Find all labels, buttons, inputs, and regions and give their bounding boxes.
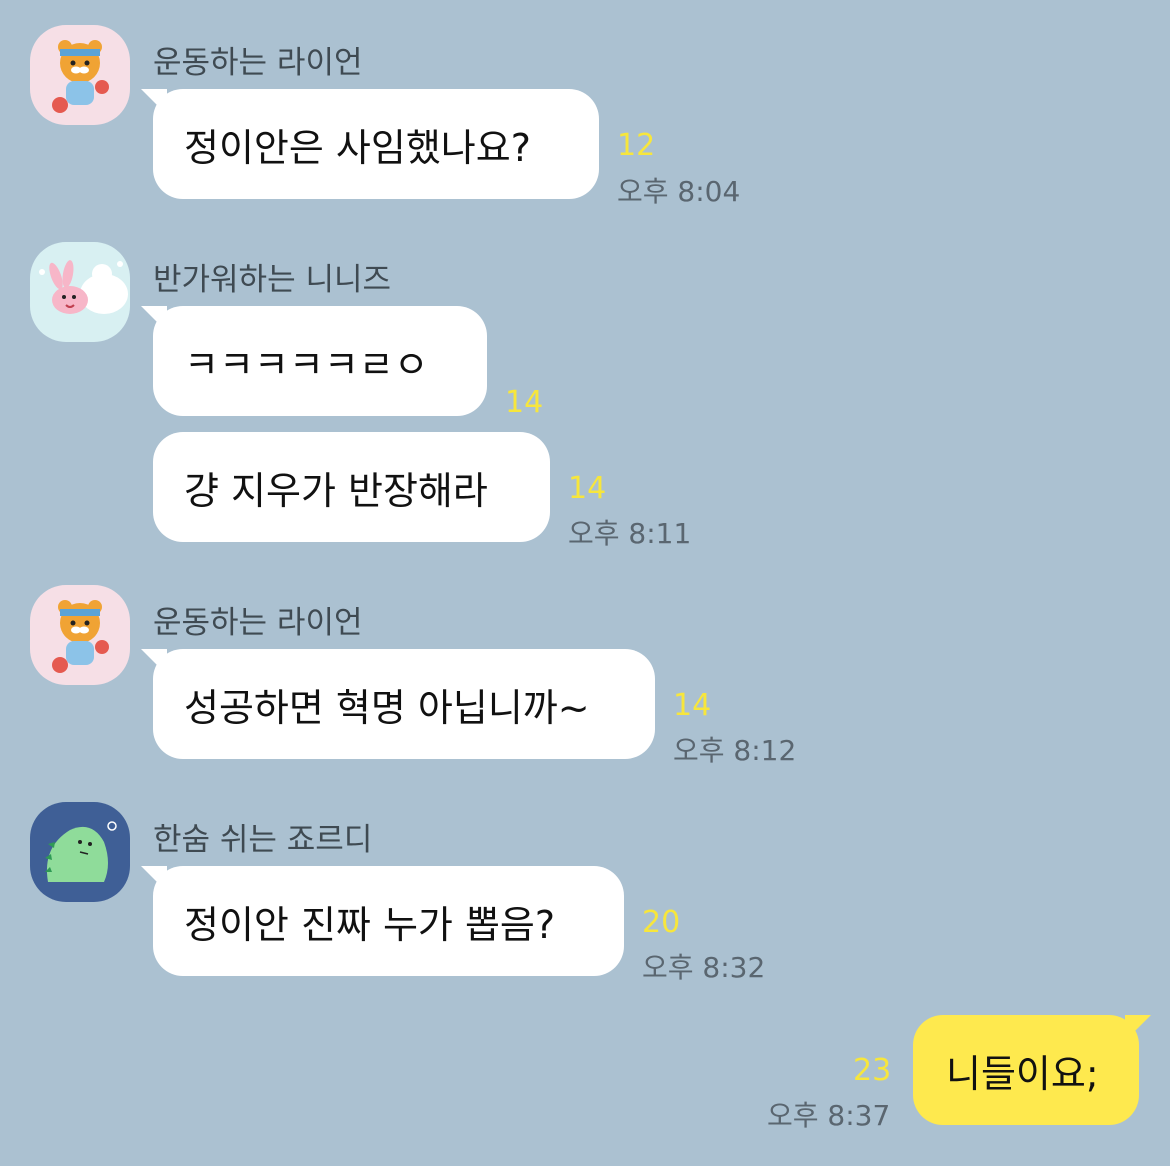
- message-time: 오후 8:12: [673, 734, 797, 767]
- sender-name: 반가워하는 니니즈: [153, 262, 392, 298]
- message-time: 오후 8:37: [767, 1099, 891, 1132]
- message-bubble[interactable]: 성공하면 혁명 아닙니까~: [141, 649, 655, 759]
- ryan-avatar-icon[interactable]: [30, 585, 130, 685]
- message-bubble[interactable]: ㅋㅋㅋㅋㅋㄹㅇ: [141, 306, 487, 416]
- message-time: 오후 8:32: [642, 951, 766, 984]
- unread-count: 20: [642, 905, 681, 940]
- niniz-avatar-icon[interactable]: [30, 242, 130, 342]
- jordy-avatar-icon[interactable]: [30, 802, 130, 902]
- unread-count: 23: [853, 1053, 892, 1088]
- sender-name: 한숨 쉬는 죠르디: [153, 822, 373, 858]
- message-bubble[interactable]: 걍 지우가 반장해라: [153, 432, 550, 542]
- unread-count: 14: [568, 471, 607, 506]
- ryan-avatar-icon[interactable]: [30, 25, 130, 125]
- message-bubble[interactable]: 정이안 진짜 누가 뽑음?: [141, 866, 624, 976]
- sender-name: 운동하는 라이언: [153, 605, 363, 641]
- message-time: 오후 8:11: [568, 517, 692, 550]
- unread-count: 14: [673, 688, 712, 723]
- unread-count: 12: [617, 128, 656, 163]
- my-message-bubble[interactable]: 니들이요;: [913, 1015, 1151, 1125]
- sender-name: 운동하는 라이언: [153, 45, 363, 81]
- message-bubble[interactable]: 정이안은 사임했나요?: [141, 89, 599, 199]
- message-time: 오후 8:04: [617, 175, 741, 208]
- unread-count: 14: [505, 385, 544, 420]
